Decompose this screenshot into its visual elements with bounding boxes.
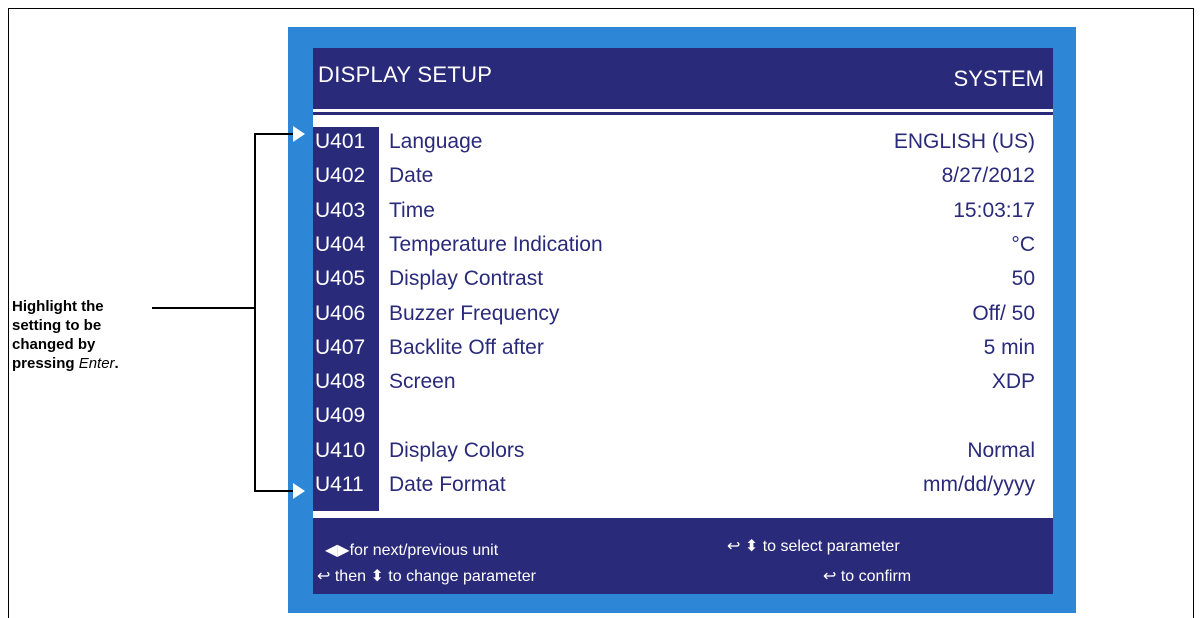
parameter-label: Language	[389, 130, 483, 153]
callout-leader-line	[152, 307, 256, 309]
callout-line-2: setting to be	[12, 317, 102, 334]
parameter-code: U406	[315, 301, 366, 325]
parameter-row[interactable]: U402 Date 8/27/2012	[313, 159, 1053, 193]
parameter-value: °C	[1011, 232, 1035, 256]
parameter-code: U404	[315, 232, 366, 256]
footer-divider	[313, 518, 1053, 521]
parameter-label: Date	[389, 164, 434, 188]
parameter-code: U407	[315, 335, 366, 359]
parameter-value: 50	[1011, 267, 1035, 291]
parameter-row[interactable]: U404 Temperature Indication °C	[313, 228, 1053, 262]
bracket-top-tick	[254, 133, 294, 135]
parameter-code: U405	[315, 267, 366, 291]
header-divider-2	[313, 112, 1053, 115]
parameter-value: mm/dd/yyyy	[922, 473, 1035, 496]
callout-pressing: pressing	[12, 355, 79, 372]
callout-enter-key: Enter	[78, 355, 115, 372]
parameter-row[interactable]: U410 Display Colors Normal	[313, 434, 1053, 468]
parameter-value: 15:03:17	[953, 198, 1035, 222]
callout-line-4: pressing Enter.	[12, 354, 182, 373]
screen-mode: SYSTEM	[953, 66, 1044, 91]
help-confirm: ↩ to confirm	[823, 568, 912, 585]
parameter-code: U401	[315, 130, 366, 153]
parameter-row[interactable]: U408 Screen XDP	[313, 365, 1053, 399]
key-help-footer: ◀▶for next/previous unit ↩ then ⬍ to cha…	[313, 530, 1053, 594]
parameter-value: Off/ 50	[972, 301, 1035, 325]
parameter-value: ENGLISH (US)	[893, 130, 1035, 153]
figure-frame-top	[8, 8, 1194, 9]
parameter-code: U402	[315, 164, 366, 188]
parameter-label: Display Colors	[389, 438, 525, 462]
header-divider	[313, 106, 1053, 109]
screen-title: DISPLAY SETUP	[318, 62, 493, 87]
parameter-label: Date Format	[389, 473, 506, 496]
parameter-value: 5 min	[983, 335, 1035, 359]
parameter-label: Temperature Indication	[389, 232, 603, 256]
parameter-value: XDP	[991, 370, 1035, 394]
parameter-row[interactable]: U411 Date Format mm/dd/yyyy	[313, 468, 1053, 502]
arrow-last-row-icon	[293, 483, 305, 499]
parameter-row[interactable]: U407 Backlite Off after 5 min	[313, 331, 1053, 365]
callout-line-3: changed by	[12, 336, 96, 353]
parameter-label: Display Contrast	[389, 267, 544, 291]
callout-bracket-line	[254, 133, 256, 492]
parameter-value: 8/27/2012	[941, 164, 1035, 188]
parameter-label: Backlite Off after	[389, 335, 544, 359]
figure-frame-left	[8, 8, 9, 618]
parameter-code: U409	[315, 404, 366, 428]
parameter-row[interactable]: U401 Language ENGLISH (US)	[313, 125, 1053, 159]
parameter-label: Time	[389, 198, 435, 222]
parameter-label: Screen	[389, 370, 456, 394]
help-next-previous: ◀▶for next/previous unit	[325, 542, 499, 559]
parameter-row[interactable]: U405 Display Contrast 50	[313, 262, 1053, 296]
arrow-first-row-icon	[293, 126, 305, 142]
parameter-value: Normal	[967, 438, 1035, 462]
parameter-row[interactable]: U403 Time 15:03:17	[313, 194, 1053, 228]
bracket-bottom-tick	[254, 490, 294, 492]
figure-frame-right	[1193, 8, 1194, 618]
parameter-row[interactable]: U409	[313, 399, 1053, 433]
callout-period: .	[114, 355, 119, 372]
help-select-parameter: ↩ ⬍ to select parameter	[727, 538, 900, 555]
parameter-code: U403	[315, 198, 366, 222]
parameter-code: U410	[315, 438, 366, 462]
parameter-code: U408	[315, 370, 366, 394]
help-change-parameter: ↩ then ⬍ to change parameter	[317, 568, 536, 585]
parameter-code: U411	[315, 473, 364, 496]
parameter-label: Buzzer Frequency	[389, 301, 560, 325]
parameter-row[interactable]: U406 Buzzer Frequency Off/ 50	[313, 297, 1053, 331]
